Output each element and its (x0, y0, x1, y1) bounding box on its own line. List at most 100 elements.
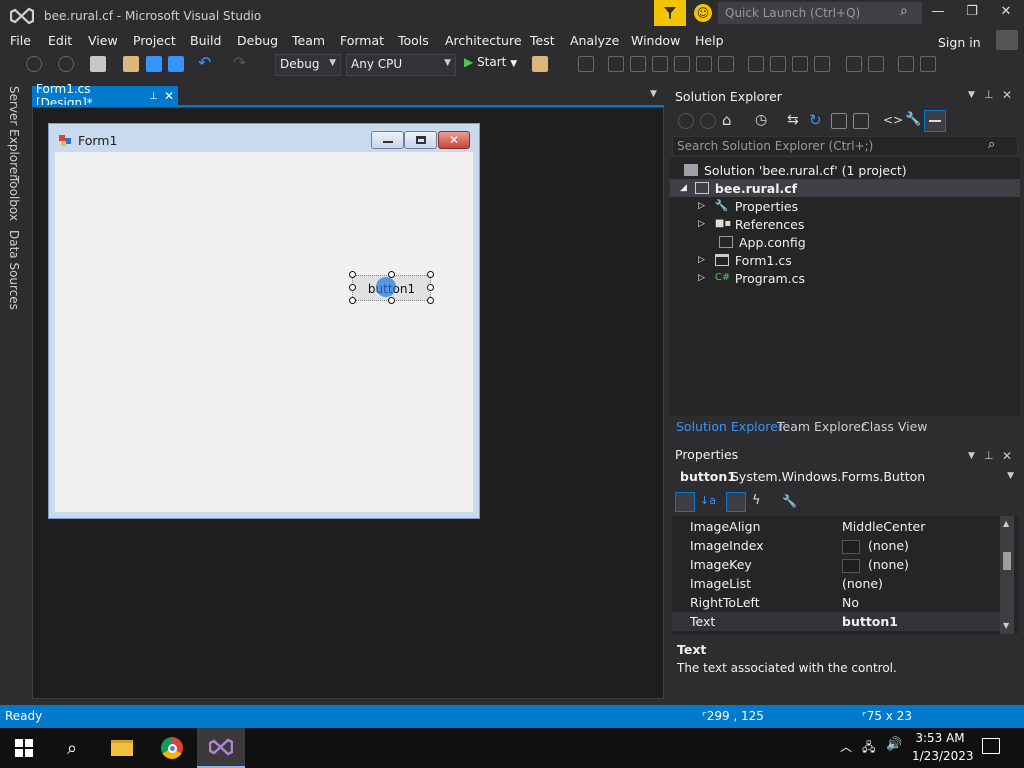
scrollbar-thumb[interactable] (1003, 552, 1011, 570)
align-lefts-icon[interactable] (608, 56, 624, 72)
resize-handle[interactable] (388, 297, 395, 304)
property-row-imagekey[interactable]: ImageKey (none) (672, 555, 1002, 574)
resize-handle[interactable] (349, 297, 356, 304)
property-value[interactable]: button1 (842, 614, 898, 629)
vertical-spacing-icon[interactable] (868, 56, 884, 72)
scroll-up-arrow-icon[interactable]: ▲ (1003, 519, 1009, 528)
bring-to-front-icon[interactable] (898, 56, 914, 72)
history-icon[interactable]: ◷ (755, 113, 771, 129)
user-account-icon[interactable] (996, 30, 1018, 50)
document-tab-form1-design[interactable]: Form1.cs [Design]* ⊥ ✕ (32, 82, 178, 110)
menu-view[interactable]: View (88, 33, 118, 48)
menu-project[interactable]: Project (133, 33, 176, 48)
visual-studio-taskbar-button[interactable] (197, 728, 245, 768)
form-minimize-button[interactable] (371, 131, 404, 149)
show-all-files-icon[interactable] (853, 113, 869, 129)
close-button[interactable]: ✕ (996, 4, 1016, 24)
taskbar-clock-time[interactable]: 3:53 AM (912, 731, 968, 745)
menu-debug[interactable]: Debug (237, 33, 278, 48)
property-value[interactable]: MiddleCenter (842, 519, 925, 534)
network-icon[interactable]: 🖧 (862, 738, 875, 759)
sync-icon[interactable]: ⇆ (787, 113, 803, 129)
menu-help[interactable]: Help (695, 33, 724, 48)
menu-window[interactable]: Window (631, 33, 680, 48)
attach-icon[interactable] (532, 56, 548, 72)
start-debugging-button[interactable]: ▶ Start ▼ (464, 55, 517, 69)
send-to-back-icon[interactable] (920, 56, 936, 72)
toolbox-tab[interactable]: Toolbox (7, 176, 21, 221)
volume-icon[interactable]: 🔊 (886, 737, 902, 752)
preview-selected-items-button[interactable] (924, 110, 946, 132)
make-same-height-icon[interactable] (770, 56, 786, 72)
menu-analyze[interactable]: Analyze (570, 33, 619, 48)
tree-item-properties[interactable]: ▷ 🔧 Properties (670, 197, 1020, 215)
wrench-icon[interactable]: 🔧 (905, 113, 921, 129)
quick-launch-input[interactable]: Quick Launch (Ctrl+Q) (718, 2, 922, 24)
maximize-button[interactable]: ❐ (962, 4, 982, 24)
menu-edit[interactable]: Edit (48, 33, 72, 48)
show-hidden-icons-chevron-icon[interactable]: ︿ (840, 738, 852, 755)
resize-handle[interactable] (427, 284, 434, 291)
chevron-down-icon[interactable]: ▼ (650, 89, 657, 99)
size-to-grid-icon[interactable] (814, 56, 830, 72)
navigate-back-icon[interactable] (26, 56, 42, 72)
events-lightning-icon[interactable]: ϟ (752, 494, 768, 510)
minimize-button[interactable]: — (928, 4, 948, 24)
taskbar-clock-date[interactable]: 1/23/2023 (912, 749, 974, 763)
horizontal-spacing-icon[interactable] (846, 56, 862, 72)
new-project-icon[interactable] (90, 56, 106, 72)
pin-icon[interactable]: ⊥ (984, 449, 994, 462)
menu-file[interactable]: File (10, 33, 31, 48)
solution-explorer-search-input[interactable]: Search Solution Explorer (Ctrl+;) (672, 136, 1018, 156)
properties-view-icon[interactable] (726, 492, 746, 512)
resize-handle[interactable] (349, 284, 356, 291)
menu-test[interactable]: Test (530, 33, 555, 48)
search-icon[interactable]: ⌕ (900, 3, 920, 23)
open-file-icon[interactable] (123, 56, 139, 72)
tree-item-solution[interactable]: Solution 'bee.rural.cf' (1 project) (670, 161, 1020, 179)
save-icon[interactable] (146, 56, 162, 72)
undo-icon[interactable]: ↶ (198, 55, 214, 72)
property-row-imagealign[interactable]: ImageAlign MiddleCenter (672, 517, 1002, 536)
scroll-down-arrow-icon[interactable]: ▼ (1003, 621, 1009, 630)
server-explorer-tab[interactable]: Server Explorer (7, 86, 21, 179)
chevron-down-icon[interactable]: ▼ (968, 451, 975, 461)
property-grid-scrollbar[interactable] (1000, 516, 1014, 634)
align-tops-icon[interactable] (674, 56, 690, 72)
tab-class-view[interactable]: Class View (861, 419, 928, 434)
action-center-notification-icon[interactable] (982, 738, 1000, 754)
feedback-filter-button[interactable] (654, 0, 686, 26)
home-icon[interactable]: ⌂ (722, 113, 738, 129)
back-icon[interactable] (678, 113, 694, 129)
taskbar-search-button[interactable]: ⌕ (48, 728, 96, 768)
send-feedback-smiley-icon[interactable]: ☺ (694, 4, 712, 22)
make-same-size-icon[interactable] (792, 56, 808, 72)
sign-in-link[interactable]: Sign in (938, 35, 981, 50)
tree-item-form1[interactable]: ▷ Form1.cs (670, 251, 1020, 269)
pin-icon[interactable]: ⊥ (149, 91, 158, 102)
align-bottoms-icon[interactable] (718, 56, 734, 72)
resize-handle[interactable] (427, 271, 434, 278)
tab-team-explorer[interactable]: Team Explorer (777, 419, 866, 434)
resize-handle[interactable] (349, 271, 356, 278)
property-value[interactable]: No (842, 595, 859, 610)
forward-icon[interactable] (700, 113, 716, 129)
menu-team[interactable]: Team (292, 33, 325, 48)
align-centers-icon[interactable] (630, 56, 646, 72)
save-all-icon[interactable] (168, 56, 184, 72)
property-value[interactable]: (none) (842, 576, 883, 591)
object-selector-dropdown[interactable]: button1 System.Windows.Forms.Button ▼ (672, 467, 1018, 487)
form1-client-area[interactable] (55, 152, 473, 512)
menu-build[interactable]: Build (190, 33, 221, 48)
form-maximize-button[interactable] (404, 131, 437, 149)
search-icon[interactable]: ⌕ (988, 137, 995, 152)
align-to-grid-icon[interactable] (578, 56, 594, 72)
view-code-icon[interactable]: <> (883, 113, 903, 129)
close-icon[interactable]: ✕ (1002, 88, 1012, 102)
alphabetical-icon[interactable]: ↓a (700, 494, 716, 510)
tree-item-app-config[interactable]: App.config (670, 233, 1020, 251)
property-row-text[interactable]: Text button1 (672, 612, 1002, 631)
redo-icon[interactable]: ↷ (233, 55, 249, 72)
chevron-down-icon[interactable]: ▼ (968, 90, 975, 100)
menu-format[interactable]: Format (340, 33, 384, 48)
